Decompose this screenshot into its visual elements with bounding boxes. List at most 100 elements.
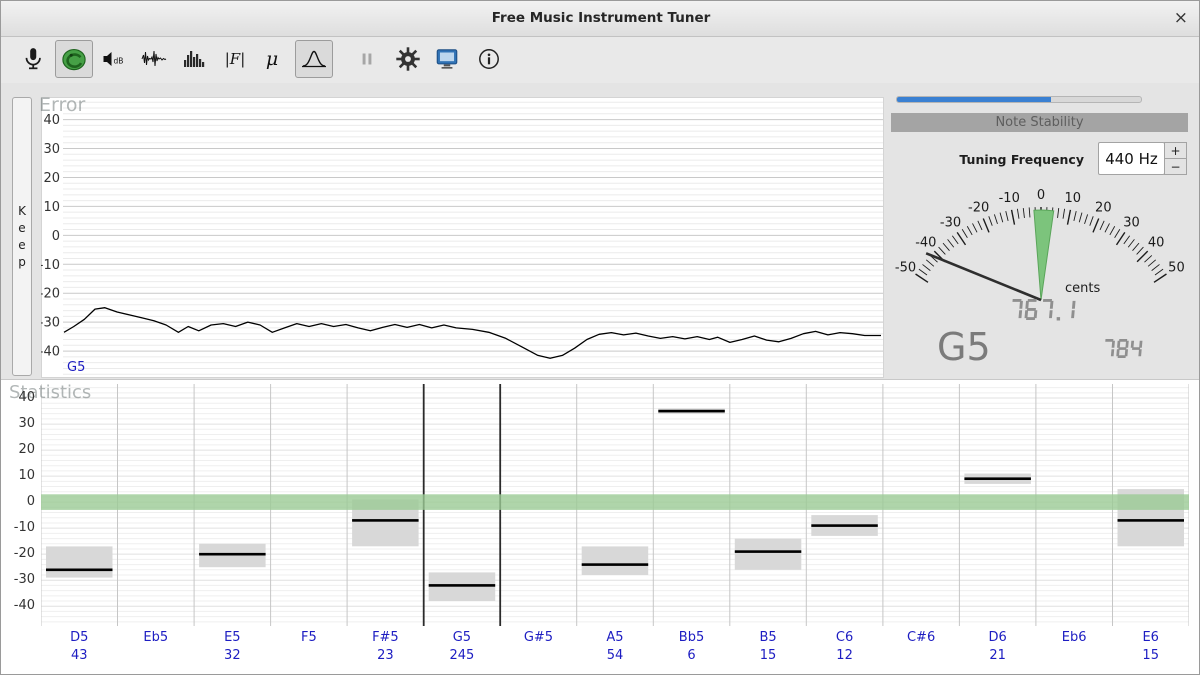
- svg-text:50: 50: [1168, 260, 1185, 275]
- waveform-view-button[interactable]: [135, 40, 173, 78]
- spectrum-bars-icon: [182, 47, 206, 71]
- note-column-label: A554: [577, 631, 654, 671]
- note-column-label: G#5: [500, 631, 577, 671]
- note-name: G5: [424, 631, 501, 645]
- svg-text:10: 10: [1064, 191, 1081, 206]
- pause-icon: [356, 48, 378, 70]
- note-column-label: F5: [271, 631, 348, 671]
- settings-button[interactable]: [389, 40, 427, 78]
- note-name: E6: [1112, 631, 1189, 645]
- close-icon[interactable]: ×: [1174, 8, 1188, 28]
- audio-device-button[interactable]: [428, 40, 466, 78]
- peak-view-button[interactable]: [295, 40, 333, 78]
- about-button[interactable]: [470, 40, 508, 78]
- statistics-note-labels: D543Eb5E532F5F#523G5245G#5A554Bb56B515C6…: [41, 631, 1189, 671]
- statistics-view-button[interactable]: μ: [253, 40, 291, 78]
- keep-button-letter: e: [18, 238, 25, 252]
- level-progress-bar: [896, 96, 1142, 103]
- svg-text:-20: -20: [41, 287, 60, 302]
- note-name: D5: [41, 631, 118, 645]
- svg-text:-10: -10: [41, 258, 60, 273]
- svg-text:0: 0: [52, 229, 60, 244]
- fourier-icon: |F|: [225, 50, 246, 68]
- spectrum-view-button[interactable]: [175, 40, 213, 78]
- svg-text:-30: -30: [940, 215, 961, 230]
- audio-device-icon: [434, 46, 460, 72]
- note-column-label: Eb6: [1036, 631, 1113, 671]
- svg-text:40: 40: [43, 113, 60, 128]
- note-column-label: G5245: [424, 631, 501, 671]
- spin-down-button[interactable]: −: [1164, 158, 1187, 175]
- gear-icon: [395, 46, 421, 72]
- error-plot-canvas: 403020100-10-20-30-40: [41, 97, 884, 378]
- level-progress-chunk: [897, 97, 1051, 102]
- svg-text:dB: dB: [114, 57, 124, 66]
- keep-button-letter: p: [18, 255, 26, 269]
- cents-unit-label: cents: [1065, 281, 1100, 296]
- tuning-frequency-value: 440 Hz: [1105, 150, 1158, 168]
- spin-up-button[interactable]: +: [1164, 142, 1187, 159]
- svg-text:-10: -10: [999, 191, 1020, 206]
- svg-text:-20: -20: [968, 200, 989, 215]
- tuning-frequency-steppers: + −: [1164, 142, 1187, 175]
- note-stability-bar: Note Stability: [891, 113, 1188, 132]
- fmit-logo-button[interactable]: [55, 40, 93, 78]
- note-sample-count: 245: [424, 649, 501, 663]
- note-name: Bb5: [653, 631, 730, 645]
- svg-text:30: 30: [43, 142, 60, 157]
- note-sample-count: 32: [194, 649, 271, 663]
- detected-frequency-lcd: [1009, 299, 1083, 323]
- note-stability-label: Note Stability: [995, 115, 1083, 130]
- target-frequency-lcd: [1102, 339, 1150, 361]
- note-column-label: F#523: [347, 631, 424, 671]
- mu-icon: μ: [266, 48, 278, 70]
- detected-note-name: G5: [937, 326, 991, 368]
- error-current-note-label: G5: [67, 360, 85, 375]
- note-name: F5: [271, 631, 348, 645]
- svg-text:20: 20: [1095, 200, 1112, 215]
- volume-db-button[interactable]: dB: [95, 40, 133, 78]
- note-name: E5: [194, 631, 271, 645]
- note-column-label: E532: [194, 631, 271, 671]
- note-column-label: C#6: [883, 631, 960, 671]
- microphone-icon: [20, 46, 46, 72]
- cents-dial: -50-40-30-20-1001020304050: [886, 186, 1198, 312]
- note-name: C6: [806, 631, 883, 645]
- svg-text:20: 20: [43, 171, 60, 186]
- keep-button-letter: e: [18, 221, 25, 235]
- speaker-db-icon: dB: [101, 47, 127, 71]
- note-name: Eb5: [118, 631, 195, 645]
- note-name: F#5: [347, 631, 424, 645]
- peak-curve-icon: [301, 47, 327, 71]
- keep-button[interactable]: Keep: [12, 97, 32, 376]
- fourier-view-button[interactable]: |F|: [216, 40, 254, 78]
- note-name: D6: [959, 631, 1036, 645]
- titlebar[interactable]: Free Music Instrument Tuner ×: [1, 1, 1200, 37]
- tuning-frequency-spinbox[interactable]: 440 Hz: [1098, 142, 1165, 175]
- statistics-plot-canvas: [41, 384, 1189, 626]
- svg-text:10: 10: [43, 200, 60, 215]
- note-column-label: Bb56: [653, 631, 730, 671]
- pause-button[interactable]: [348, 40, 386, 78]
- svg-text:-40: -40: [915, 236, 936, 251]
- note-sample-count: 12: [806, 649, 883, 663]
- fmit-window: Free Music Instrument Tuner × dB |F| μ 40 3…: [0, 0, 1200, 675]
- svg-text:-50: -50: [895, 260, 916, 275]
- window-title: Free Music Instrument Tuner: [1, 10, 1200, 26]
- note-column-label: D543: [41, 631, 118, 671]
- note-sample-count: 6: [653, 649, 730, 663]
- microphone-button[interactable]: [14, 40, 52, 78]
- note-column-label: E615: [1112, 631, 1189, 671]
- note-name: Eb6: [1036, 631, 1113, 645]
- note-sample-count: 43: [41, 649, 118, 663]
- note-column-label: Eb5: [118, 631, 195, 671]
- svg-text:-30: -30: [41, 316, 60, 331]
- waveform-icon: [141, 47, 167, 71]
- keep-button-letter: K: [18, 204, 26, 218]
- svg-text:40: 40: [1148, 236, 1165, 251]
- info-icon: [477, 47, 501, 71]
- note-column-label: C612: [806, 631, 883, 671]
- note-name: B5: [730, 631, 807, 645]
- note-sample-count: 54: [577, 649, 654, 663]
- note-sample-count: 23: [347, 649, 424, 663]
